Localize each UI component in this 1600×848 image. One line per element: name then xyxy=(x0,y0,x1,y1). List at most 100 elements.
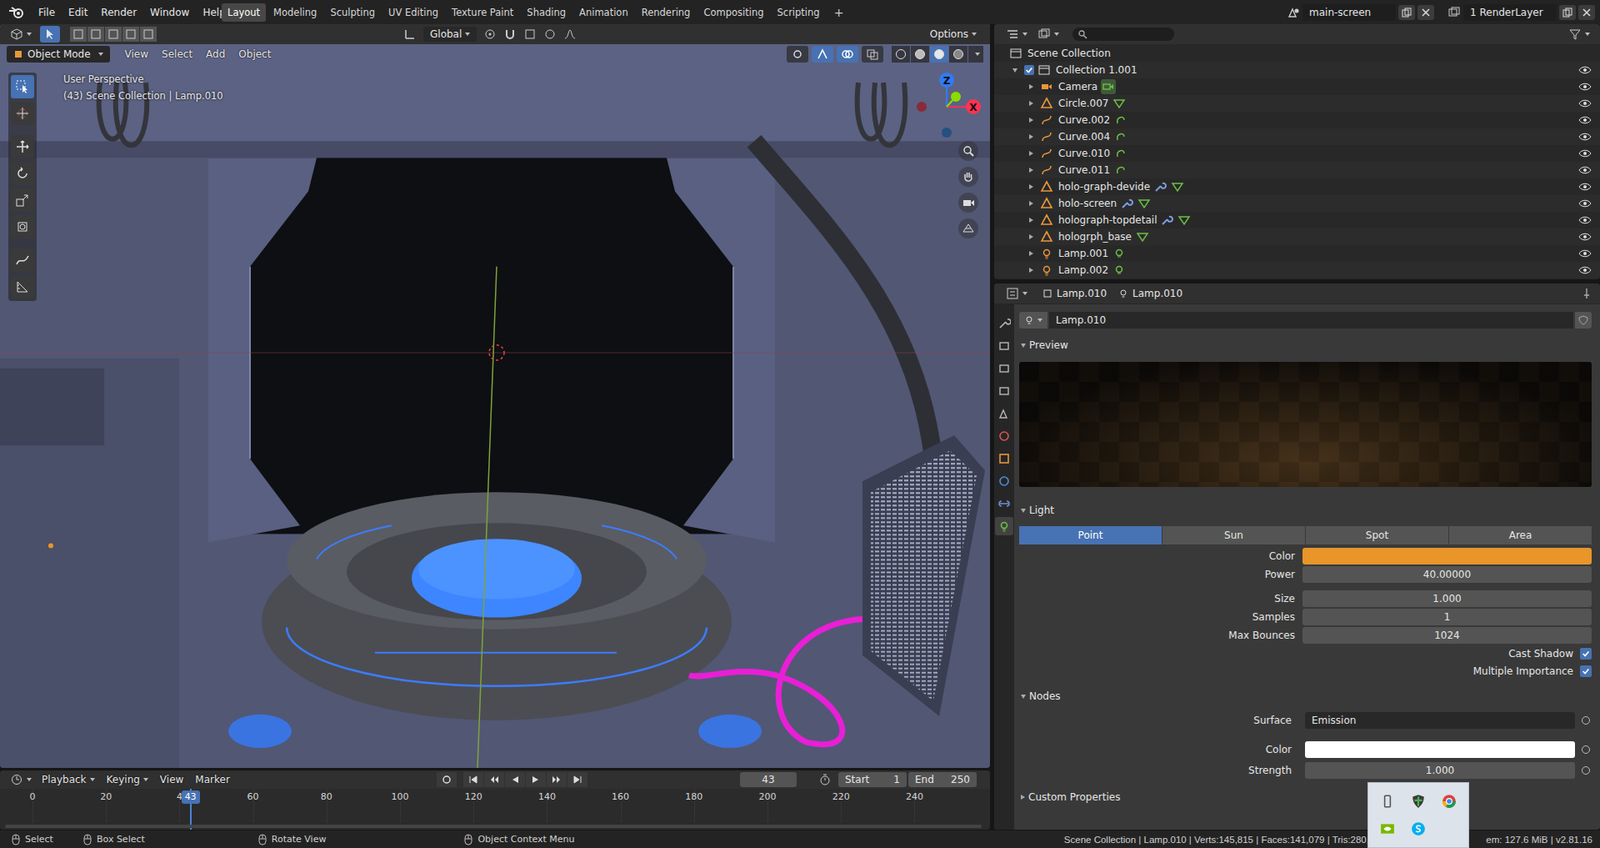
tool-button[interactable] xyxy=(10,248,35,272)
eye-icon[interactable] xyxy=(1578,63,1592,77)
view-layer-field[interactable]: 1 RenderLayer xyxy=(1463,4,1557,21)
stopwatch-icon[interactable] xyxy=(818,772,832,786)
record-button[interactable] xyxy=(436,771,457,787)
editor-type-button[interactable] xyxy=(1002,285,1031,302)
panel-header[interactable]: Custom Properties xyxy=(1019,788,1592,805)
tool-button[interactable] xyxy=(10,135,35,159)
panel-header[interactable]: Light xyxy=(1019,501,1592,519)
timeline-menu[interactable]: Playback xyxy=(36,770,100,788)
object-data[interactable] xyxy=(1113,162,1129,178)
play-button[interactable] xyxy=(525,771,546,787)
number-field[interactable]: 40.00000 xyxy=(1302,565,1592,583)
expand-arrow[interactable] xyxy=(1029,100,1034,106)
shader-menu[interactable]: Emission xyxy=(1305,711,1575,729)
expand-arrow[interactable] xyxy=(1029,117,1034,123)
workspace-tab[interactable]: Rendering xyxy=(635,3,697,22)
play-reverse-button[interactable] xyxy=(505,771,525,787)
jump-start-button[interactable] xyxy=(463,771,484,787)
pivot-icon[interactable] xyxy=(483,27,497,41)
outliner-row[interactable]: holo-screen xyxy=(994,195,1600,212)
tool-button[interactable] xyxy=(10,75,35,99)
properties-tab[interactable] xyxy=(995,426,1014,445)
shading-button[interactable] xyxy=(949,45,968,63)
object-data[interactable] xyxy=(1113,145,1129,161)
object-data[interactable] xyxy=(1170,179,1185,195)
light-type-button[interactable]: Spot xyxy=(1305,525,1449,545)
shading-button[interactable] xyxy=(891,45,910,63)
options-dropdown[interactable]: Options xyxy=(923,26,984,42)
snap-icon[interactable] xyxy=(503,27,517,41)
expand-arrow[interactable] xyxy=(1012,68,1018,73)
tool-button[interactable] xyxy=(10,101,35,125)
outliner-row[interactable]: Scene Collection xyxy=(994,45,1600,62)
viewport-toggle[interactable] xyxy=(861,45,884,63)
delete-layer-button[interactable] xyxy=(1578,5,1595,20)
eye-icon[interactable] xyxy=(1578,96,1592,110)
panel-header[interactable]: Nodes xyxy=(1019,687,1592,705)
snap-target-icon[interactable] xyxy=(523,27,537,41)
ortho-toggle-button[interactable] xyxy=(958,218,979,239)
zoom-button[interactable] xyxy=(958,140,979,161)
properties-tab[interactable] xyxy=(995,314,1014,333)
shading-button[interactable] xyxy=(930,45,949,63)
playhead[interactable]: 43 xyxy=(181,790,200,804)
object-data[interactable] xyxy=(1111,95,1127,111)
checkbox[interactable] xyxy=(1580,665,1592,677)
panel-header[interactable]: Preview xyxy=(1019,336,1592,354)
eye-icon[interactable] xyxy=(1578,163,1592,177)
fake-user-button[interactable] xyxy=(1575,311,1592,329)
workspace-tab[interactable]: Shading xyxy=(520,3,572,22)
timeline-scrollbar[interactable] xyxy=(5,824,982,828)
properties-tab[interactable] xyxy=(995,516,1014,535)
expand-arrow[interactable] xyxy=(1029,200,1034,206)
eye-icon[interactable] xyxy=(1578,113,1592,127)
view-layer-icon[interactable] xyxy=(1447,5,1461,20)
outliner-row[interactable]: Curve.002 xyxy=(994,111,1600,129)
light-type-button[interactable]: Sun xyxy=(1162,525,1305,545)
scene-field[interactable]: main-screen xyxy=(1302,4,1396,21)
scene-icon[interactable] xyxy=(1286,5,1300,20)
expand-arrow[interactable] xyxy=(1029,134,1034,140)
add-workspace-button[interactable]: + xyxy=(827,4,851,21)
wrench-icon[interactable] xyxy=(1120,196,1134,210)
outliner-row[interactable]: Curve.004 xyxy=(994,128,1600,145)
exclude-checkbox[interactable] xyxy=(1024,65,1035,75)
workspace-tab[interactable]: Compositing xyxy=(697,3,770,22)
security-shield-icon[interactable] xyxy=(1408,790,1429,811)
tool-button[interactable] xyxy=(10,215,35,239)
number-field[interactable]: 1.000 xyxy=(1302,590,1592,607)
eye-icon[interactable] xyxy=(1578,230,1592,244)
blender-logo-icon[interactable] xyxy=(8,5,25,20)
properties-tab[interactable] xyxy=(995,359,1014,378)
light-type-button[interactable]: Point xyxy=(1019,525,1162,545)
negative-z-icon[interactable] xyxy=(941,127,952,138)
delete-scene-button[interactable] xyxy=(1417,5,1435,20)
outliner-row[interactable]: holo-graph-devide xyxy=(994,178,1600,195)
filter-button[interactable] xyxy=(1565,25,1594,43)
editor-type-button[interactable] xyxy=(6,770,35,788)
negative-x-icon[interactable] xyxy=(916,101,927,112)
properties-tab[interactable] xyxy=(995,336,1014,355)
end-frame-field[interactable]: End250 xyxy=(908,771,977,787)
gizmo-axis-label[interactable]: Z xyxy=(943,75,951,87)
outliner-row[interactable]: Lamp.002 xyxy=(994,261,1600,279)
socket-icon[interactable] xyxy=(1581,765,1590,775)
color-field[interactable] xyxy=(1302,547,1592,565)
object-data[interactable] xyxy=(1113,129,1129,145)
viewport-toggle[interactable] xyxy=(811,45,834,63)
object-data[interactable] xyxy=(1136,195,1152,211)
current-frame-field[interactable]: 43 xyxy=(740,771,797,787)
datablock-browse[interactable] xyxy=(1019,311,1048,329)
tool-button[interactable] xyxy=(40,25,60,43)
expand-arrow[interactable] xyxy=(1029,234,1034,240)
preview-resize-handle[interactable] xyxy=(1019,489,1592,495)
outliner-row[interactable]: Curve.011 xyxy=(994,161,1600,179)
editor-type-button[interactable] xyxy=(6,25,35,43)
eye-icon[interactable] xyxy=(1578,146,1592,160)
viewport-menu[interactable]: View xyxy=(120,45,154,63)
frame-ruler[interactable]: 0204608010012014016018020022024043 xyxy=(0,788,990,830)
select-mode-button[interactable] xyxy=(70,26,87,42)
viewport-menu[interactable]: Object xyxy=(233,45,276,63)
falloff-icon[interactable] xyxy=(563,27,577,41)
properties-tab[interactable] xyxy=(995,494,1014,513)
